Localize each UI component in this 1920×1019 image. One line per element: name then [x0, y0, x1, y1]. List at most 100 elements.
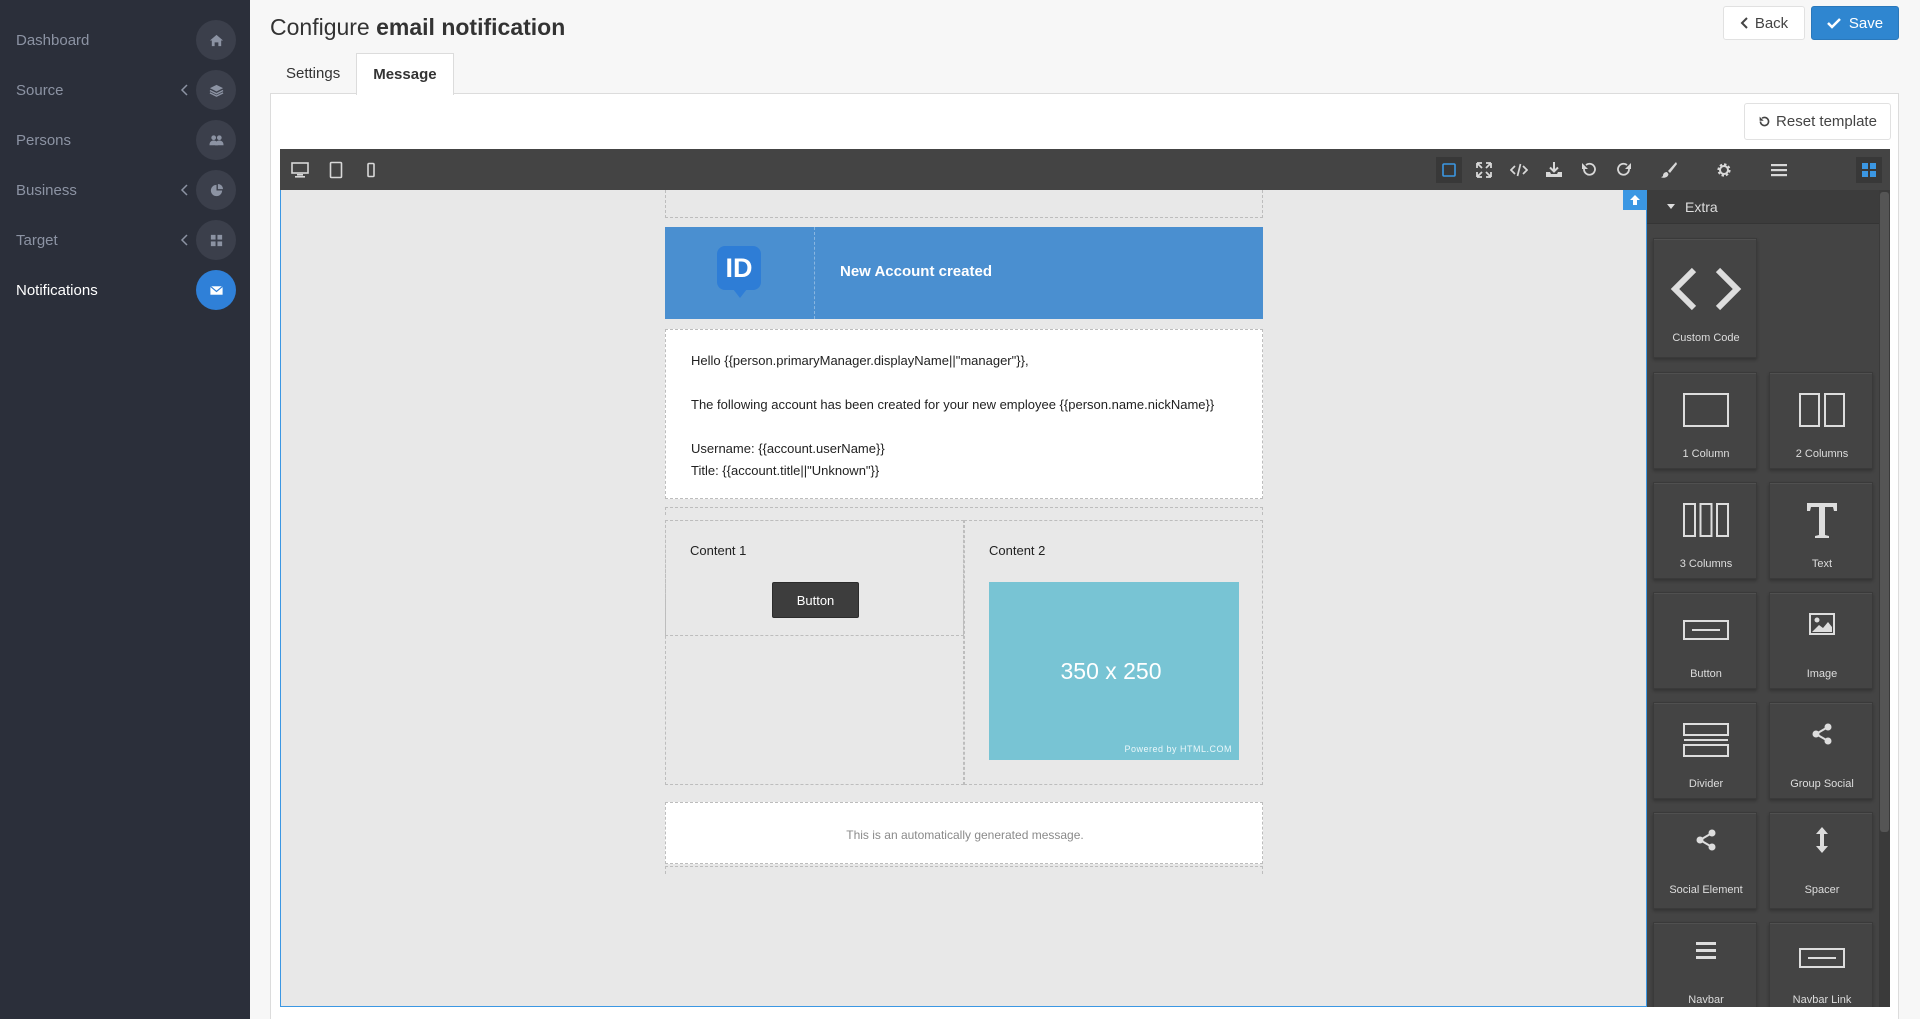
sidebar: Dashboard Source Persons Business Target…: [0, 0, 250, 1019]
share-icon: [1770, 711, 1874, 757]
sidebar-item-target[interactable]: Target: [0, 215, 250, 265]
desktop-view-icon[interactable]: [287, 157, 313, 183]
placeholder-size-text: 350 x 250: [1060, 658, 1162, 684]
email-bottom-spacer[interactable]: [665, 866, 1263, 874]
chevron-left-icon: [180, 84, 188, 96]
tab-message[interactable]: Message: [356, 53, 454, 95]
email-top-spacer[interactable]: [665, 190, 1263, 218]
blocks-scrollbar-thumb[interactable]: [1880, 192, 1889, 832]
pie-chart-icon: [196, 170, 236, 210]
redo-icon[interactable]: [1611, 157, 1637, 183]
block-navbar-link[interactable]: Navbar Link: [1769, 922, 1873, 1007]
back-button-label: Back: [1754, 14, 1789, 32]
page-title-bold: email notification: [376, 14, 566, 40]
layers-icon: [196, 70, 236, 110]
blocks-panel: Extra Custom Code 1 Column 2 Columns 3 C…: [1647, 190, 1890, 1007]
email-button[interactable]: Button: [772, 582, 859, 618]
block-category-label: Extra: [1685, 198, 1718, 215]
block-2-columns[interactable]: 2 Columns: [1769, 372, 1873, 469]
email-body-text[interactable]: Hello {{person.primaryManager.displayNam…: [665, 329, 1263, 499]
column-1-cell[interactable]: [665, 520, 964, 636]
block-label: Text: [1811, 558, 1833, 570]
sidebar-item-dashboard[interactable]: Dashboard: [0, 15, 250, 65]
tab-label: Message: [373, 66, 437, 83]
email-template: ID New Account created Hello {{person.pr…: [665, 190, 1263, 1006]
page-title: Configure email notification: [270, 14, 565, 41]
editor-canvas[interactable]: ID New Account created Hello {{person.pr…: [280, 190, 1647, 1007]
block-3-columns[interactable]: 3 Columns: [1653, 482, 1757, 579]
block-social-element[interactable]: Social Element: [1653, 812, 1757, 909]
blocks-panel-icon[interactable]: [1856, 157, 1882, 183]
block-spacer[interactable]: Spacer: [1769, 812, 1873, 909]
share-icon: [1654, 817, 1758, 863]
body-line-title: Title: {{account.title||"Unknown"}}: [691, 463, 880, 478]
sidebar-item-label: Target: [16, 231, 58, 249]
users-icon: [196, 120, 236, 160]
three-columns-icon: [1654, 497, 1758, 543]
back-button[interactable]: Back: [1723, 6, 1805, 40]
email-footer[interactable]: This is an automatically generated messa…: [665, 802, 1263, 864]
placeholder-image[interactable]: 350 x 250 Powered by HTML.COM: [989, 582, 1239, 760]
email-column-1[interactable]: Content 1 Button: [665, 520, 964, 785]
block-text[interactable]: Text: [1769, 482, 1873, 579]
block-divider[interactable]: Divider: [1653, 702, 1757, 799]
email-logo-cell[interactable]: ID: [665, 227, 815, 319]
sidebar-item-label: Business: [16, 181, 77, 199]
gear-icon[interactable]: [1711, 157, 1737, 183]
select-parent-arrow-icon[interactable]: [1623, 190, 1647, 210]
sidebar-item-notifications[interactable]: Notifications: [0, 265, 250, 315]
body-line-message: The following account has been created f…: [691, 397, 1215, 412]
sidebar-item-label: Source: [16, 81, 64, 99]
block-label: Navbar Link: [1792, 994, 1852, 1006]
block-category-extra[interactable]: Extra: [1647, 190, 1879, 224]
block-group-social[interactable]: Group Social: [1769, 702, 1873, 799]
layer-manager-icon[interactable]: [1766, 157, 1792, 183]
placeholder-powered-text: Powered by HTML.COM: [1124, 744, 1232, 754]
email-column-2[interactable]: Content 2 350 x 250 Powered by HTML.COM: [964, 520, 1263, 785]
block-label: 2 Columns: [1795, 448, 1849, 460]
check-icon: [1827, 18, 1841, 29]
brand-logo: ID: [717, 246, 761, 298]
body-line-username: Username: {{account.userName}}: [691, 441, 885, 456]
email-header-title: New Account created: [840, 263, 992, 280]
fullscreen-icon[interactable]: [1471, 157, 1497, 183]
component-outline-icon[interactable]: [1436, 157, 1462, 183]
undo-icon[interactable]: [1576, 157, 1602, 183]
block-navbar[interactable]: Navbar: [1653, 922, 1757, 1007]
block-label: Spacer: [1804, 884, 1840, 896]
main-content: Configure email notification Back Save S…: [250, 0, 1920, 1019]
tablet-view-icon[interactable]: [323, 157, 349, 183]
reset-template-button[interactable]: Reset template: [1744, 103, 1891, 140]
email-divider-spacer[interactable]: [665, 507, 1263, 515]
home-icon: [196, 20, 236, 60]
email-two-columns[interactable]: Content 1 Button Content 2 350 x 250 Pow…: [665, 520, 1263, 785]
chevron-left-icon: [1740, 17, 1748, 29]
content-2-label: Content 2: [989, 543, 1046, 558]
divider-icon: [1654, 717, 1758, 763]
block-label: 3 Columns: [1679, 558, 1733, 570]
mobile-view-icon[interactable]: [358, 157, 384, 183]
one-column-icon: [1654, 387, 1758, 433]
block-custom-code[interactable]: Custom Code: [1653, 238, 1757, 358]
code-view-icon[interactable]: [1506, 157, 1532, 183]
block-label: Image: [1806, 668, 1838, 680]
block-label: Social Element: [1669, 884, 1743, 896]
download-icon[interactable]: [1541, 157, 1567, 183]
save-button[interactable]: Save: [1811, 6, 1899, 40]
editor-toolbar: [280, 149, 1890, 190]
style-manager-brush-icon[interactable]: [1656, 157, 1682, 183]
tab-label: Settings: [286, 65, 341, 82]
reset-template-label: Reset template: [1776, 113, 1877, 130]
sidebar-item-persons[interactable]: Persons: [0, 115, 250, 165]
sidebar-item-label: Dashboard: [16, 31, 90, 49]
tab-settings[interactable]: Settings: [270, 53, 356, 94]
block-1-column[interactable]: 1 Column: [1653, 372, 1757, 469]
block-button[interactable]: Button: [1653, 592, 1757, 689]
chevron-left-icon: [180, 184, 188, 196]
sidebar-item-business[interactable]: Business: [0, 165, 250, 215]
sidebar-item-label: Notifications: [16, 281, 98, 299]
grid-icon: [196, 220, 236, 260]
email-header-row[interactable]: ID New Account created: [665, 227, 1263, 319]
sidebar-item-source[interactable]: Source: [0, 65, 250, 115]
block-image[interactable]: Image: [1769, 592, 1873, 689]
